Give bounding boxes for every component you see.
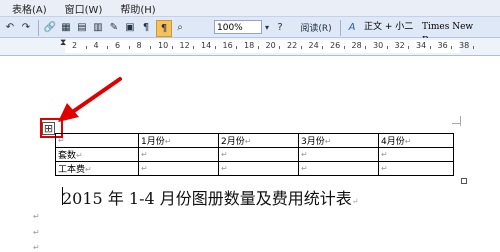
text-cursor — [62, 187, 63, 205]
redo-icon[interactable]: ↷ — [20, 20, 32, 35]
ruler-number: 32 — [394, 41, 405, 50]
chevron-down-icon[interactable]: ▾ — [262, 20, 272, 35]
margin-guide — [460, 116, 461, 126]
ruler-tick — [257, 46, 259, 49]
table-move-handle-icon[interactable]: ⊞ — [42, 122, 55, 135]
ruler-tick — [386, 46, 388, 49]
table-cell[interactable]: ↵ — [138, 161, 219, 176]
pilcrow-active-icon[interactable]: ¶ — [156, 20, 172, 37]
ruler-number: 2 — [72, 41, 78, 50]
formatting-toolbar: ↶ ↷ 🔗 ▦ ▤ ▥ ✎ ▣ ¶ ¶ ⌕ 100% ▾ ? 阅读(R) A 正… — [0, 16, 500, 46]
undo-icon[interactable]: ↶ — [4, 20, 16, 35]
ruler-number: 12 — [179, 41, 190, 50]
table-cell[interactable]: 1月份↵ — [138, 133, 219, 148]
ruler-number: 28 — [351, 41, 362, 50]
statistics-table: ↵ 1月份↵ 2月份↵ 3月份↵ 4月份↵ 套数↵ ↵ ↵ ↵ ↵ 工本费↵ ↵… — [55, 133, 454, 176]
table-resize-handle[interactable] — [461, 178, 467, 184]
style-select[interactable]: 正文 + 小二 — [362, 20, 416, 34]
ruler-number: 14 — [201, 41, 212, 50]
ruler-tick — [365, 46, 367, 49]
styles-icon[interactable]: A — [346, 20, 358, 35]
table-icon[interactable]: ▦ — [60, 20, 72, 35]
ruler-number: 22 — [287, 41, 298, 50]
table-cell[interactable]: 工本费↵ — [55, 161, 139, 176]
hyperlink-icon[interactable]: 🔗 — [44, 20, 56, 35]
menu-help[interactable]: 帮助(H) — [120, 1, 155, 16]
ruler-number: 10 — [158, 41, 169, 50]
ruler-tick — [107, 46, 109, 49]
ruler-tick — [472, 46, 474, 49]
ruler-tick — [236, 46, 238, 49]
table-cell[interactable]: 4月份↵ — [378, 133, 454, 148]
paragraph-mark: ↵ — [33, 243, 40, 252]
table-cell[interactable]: ↵ — [378, 147, 454, 162]
ruler-tick — [322, 46, 324, 49]
excel-icon[interactable]: ▤ — [76, 20, 88, 35]
ruler-number: 24 — [308, 41, 319, 50]
read-button[interactable]: 阅读(R) — [296, 20, 336, 35]
ruler-tick — [300, 46, 302, 49]
table-cell[interactable]: ↵ — [378, 161, 454, 176]
ruler-number: 18 — [244, 41, 255, 50]
ruler-number: 4 — [93, 41, 99, 50]
red-arrow-icon — [58, 77, 122, 122]
font-select[interactable]: Times New Roman — [420, 20, 500, 46]
ruler-number: 26 — [330, 41, 341, 50]
menu-table[interactable]: 表格(A) — [12, 1, 47, 16]
table-cell[interactable]: ↵ — [298, 147, 379, 162]
table-cell[interactable]: ↵ — [218, 147, 299, 162]
table-row: 工本费↵ ↵ ↵ ↵ ↵ — [55, 161, 454, 176]
toolbar-separator — [38, 20, 39, 36]
doc-map-icon[interactable]: ▣ — [124, 20, 136, 35]
menu-bar: 表格(A) 窗口(W) 帮助(H) — [0, 0, 500, 16]
ruler-tick — [85, 46, 87, 49]
ruler-tick — [171, 46, 173, 49]
zoom-select[interactable]: 100% — [214, 20, 262, 34]
margin-guide — [452, 123, 461, 124]
indent-marker-icon[interactable]: ⧗ — [60, 38, 66, 48]
table-cell[interactable]: 3月份↵ — [298, 133, 379, 148]
ruler-tick — [343, 46, 345, 49]
table-cell[interactable]: ↵ — [298, 161, 379, 176]
columns-icon[interactable]: ▥ — [92, 20, 104, 35]
table-cell[interactable]: ↵ — [218, 161, 299, 176]
ruler-tick — [214, 46, 216, 49]
help-icon[interactable]: ? — [275, 20, 285, 35]
ruler-number: 38 — [459, 41, 470, 50]
show-marks-icon[interactable]: ¶ — [140, 20, 152, 35]
paragraph-mark: ↵ — [33, 212, 40, 221]
ruler-tick — [128, 46, 130, 49]
ruler-tick — [279, 46, 281, 49]
ruler-tick — [150, 46, 152, 49]
ruler-number: 36 — [437, 41, 448, 50]
drawing-icon[interactable]: ✎ — [108, 20, 120, 35]
table-cell[interactable]: ↵ — [55, 133, 139, 148]
table-cell[interactable]: 2月份↵ — [218, 133, 299, 148]
horizontal-ruler[interactable]: ⧗ 2 4 6 8 10 12 14 16 18 20 22 24 26 28 30 32 34 36 38 — [0, 38, 500, 56]
ruler-number: 34 — [416, 41, 427, 50]
table-cell[interactable]: 套数↵ — [55, 147, 139, 162]
ruler-tick — [408, 46, 410, 49]
ruler-tick — [193, 46, 195, 49]
toolbar-separator — [340, 20, 341, 36]
ruler-number: 20 — [265, 41, 276, 50]
ruler-number: 8 — [136, 41, 142, 50]
ruler-number: 6 — [115, 41, 121, 50]
table-cell[interactable]: ↵ — [138, 147, 219, 162]
ruler-number: 30 — [373, 41, 384, 50]
zoom-icon[interactable]: ⌕ — [174, 20, 186, 35]
table-row: ↵ 1月份↵ 2月份↵ 3月份↵ 4月份↵ — [55, 133, 454, 148]
document-title[interactable]: 2015 年 1-4 月份图册数量及费用统计表↵ — [62, 185, 358, 209]
ruler-tick — [451, 46, 453, 49]
ruler-tick — [429, 46, 431, 49]
menu-window[interactable]: 窗口(W) — [65, 1, 103, 16]
ruler-number: 16 — [222, 41, 233, 50]
paragraph-mark: ↵ — [33, 228, 40, 237]
table-row: 套数↵ ↵ ↵ ↵ ↵ — [55, 147, 454, 162]
